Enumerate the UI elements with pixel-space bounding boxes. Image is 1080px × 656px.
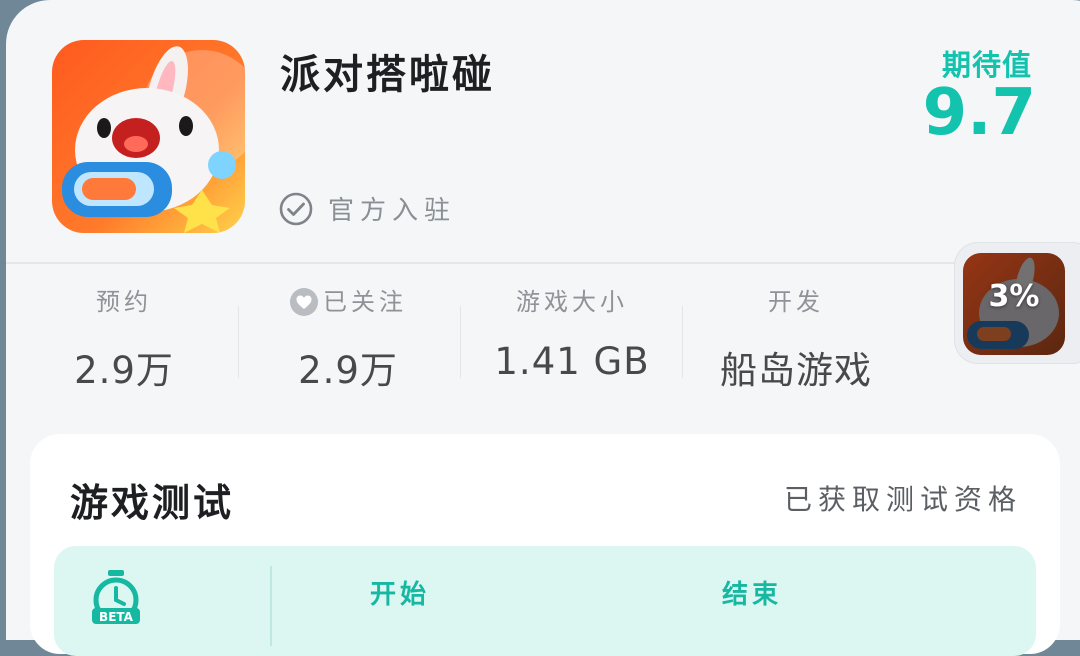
schedule-separator [270, 566, 272, 646]
stat-label: 已关注 [323, 288, 407, 316]
app-title: 派对搭啦碰 [280, 52, 495, 98]
heart-icon [290, 288, 318, 316]
floating-download-widget[interactable]: 3% [954, 242, 1080, 364]
svg-text:BETA: BETA [99, 610, 134, 624]
beta-timer-icon: BETA [92, 570, 140, 624]
test-section-title: 游戏测试 [70, 481, 235, 525]
stat-value: 船岛游戏 [720, 349, 872, 392]
stat-value: 2.9万 [298, 349, 398, 392]
stat-value: 2.9万 [74, 349, 174, 392]
column-start: 开始 [370, 580, 431, 610]
app-icon[interactable] [52, 40, 245, 233]
stat-value: 1.41 GB [494, 340, 650, 383]
expectation-score: 9.7 [922, 76, 1036, 150]
stat-separator [682, 306, 683, 378]
stat-label: 游戏大小 [516, 288, 628, 316]
download-progress-label: 3% [988, 279, 1040, 314]
section-divider [6, 262, 1080, 264]
check-circle-icon [279, 192, 313, 225]
column-end: 结束 [722, 580, 783, 610]
stat-reservations[interactable]: 预约 2.9万 [12, 282, 236, 394]
floating-thumbnail: 3% [963, 253, 1065, 355]
test-qualification-status[interactable]: 已获取测试资格 [784, 478, 1022, 518]
verified-badge[interactable]: 官方入驻 [278, 190, 456, 227]
stat-developer[interactable]: 开发 船岛游戏 [684, 282, 908, 394]
test-schedule-panel: BETA 开始 结束 [54, 546, 1036, 656]
stat-followers[interactable]: 已关注 2.9万 [236, 282, 460, 394]
stat-game-size: 游戏大小 1.41 GB [460, 282, 684, 383]
verified-label: 官方入驻 [328, 196, 457, 226]
game-test-card: 游戏测试 已获取测试资格 BETA 开始 结束 [30, 434, 1060, 656]
stat-label: 预约 [96, 288, 152, 316]
stat-label: 开发 [768, 288, 824, 316]
stats-row: 预约 2.9万 已关注 2.9万 游戏大小 1.41 GB 开发 船岛游戏 [12, 282, 942, 392]
